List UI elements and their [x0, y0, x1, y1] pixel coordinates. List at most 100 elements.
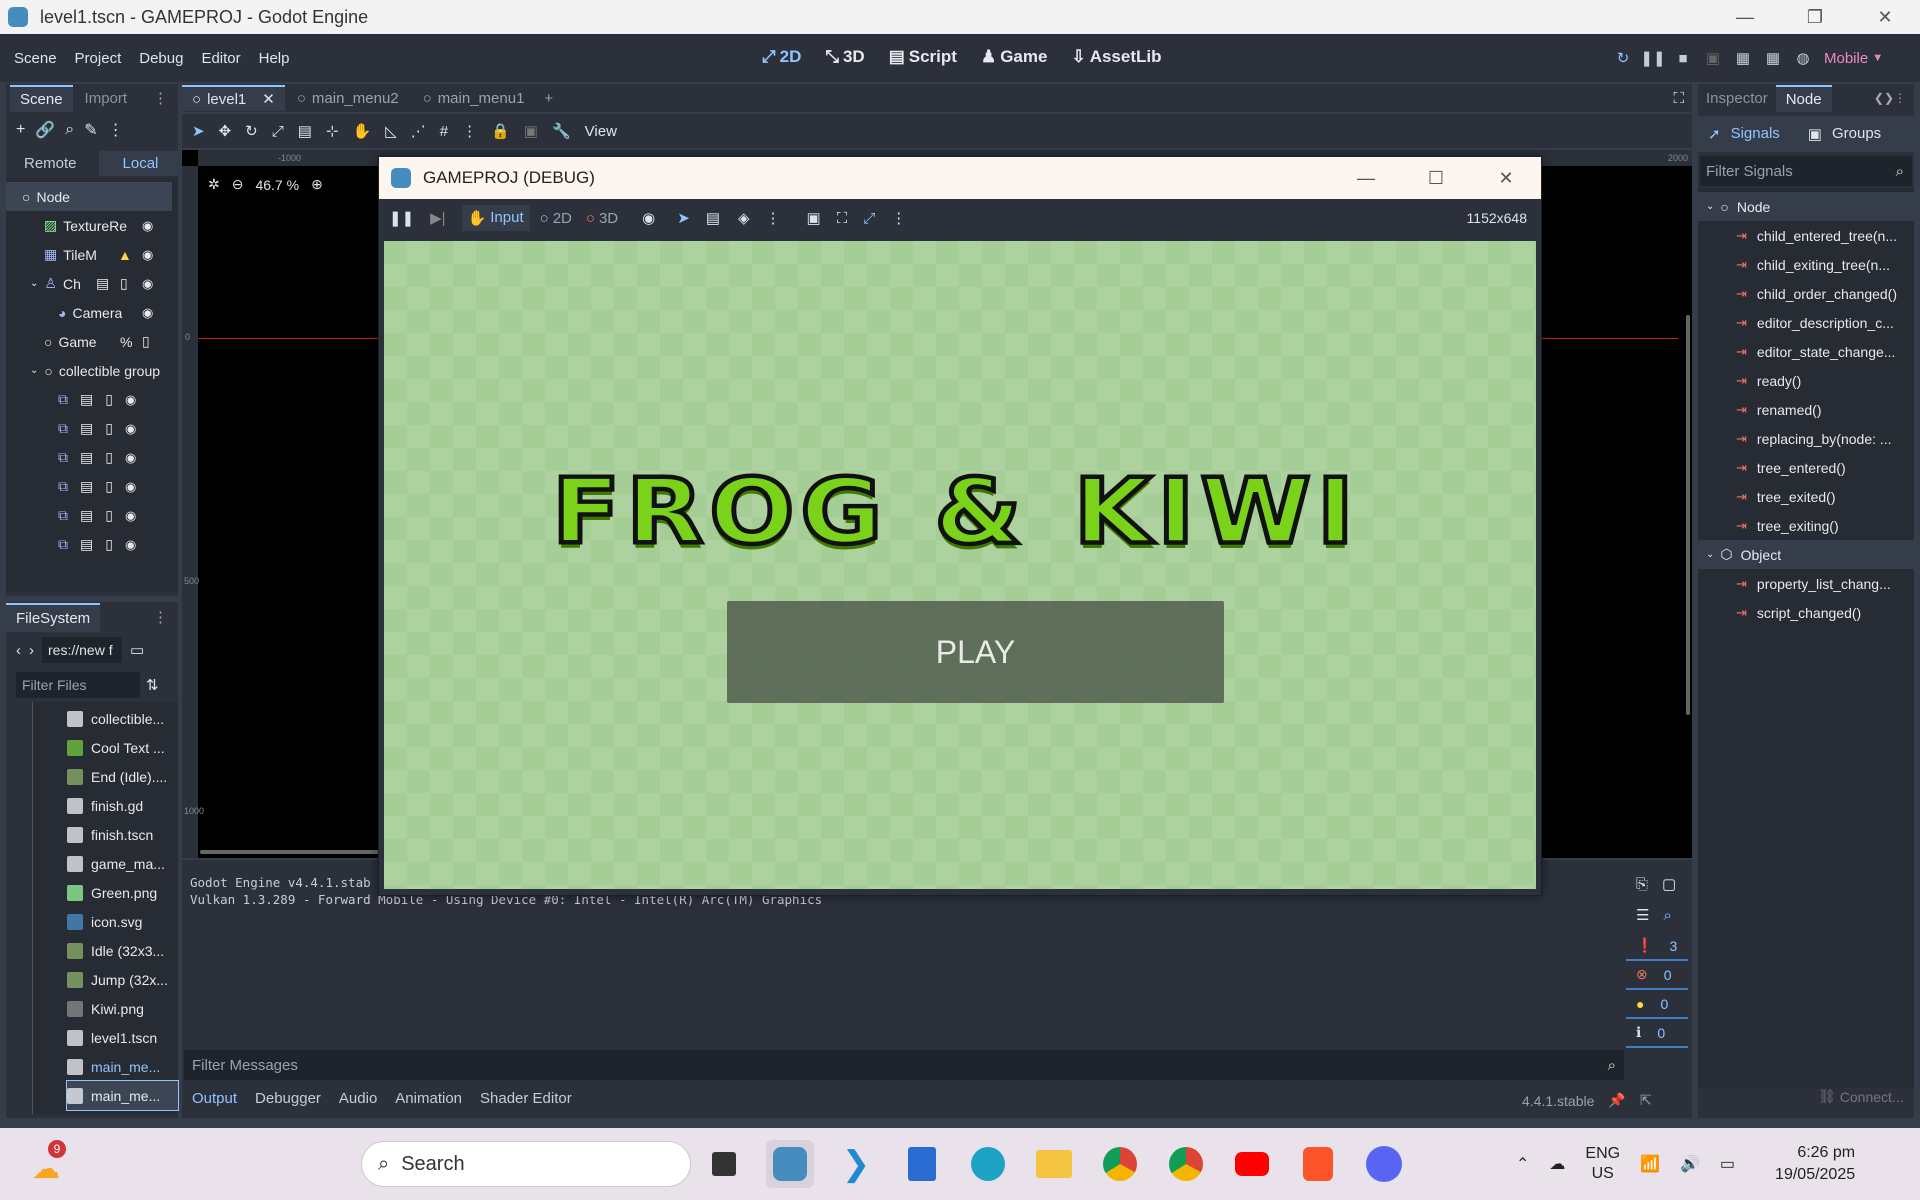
signal-item[interactable]: ⇥ property_list_chang... — [1736, 569, 1914, 598]
menu-project[interactable]: Project — [75, 50, 122, 67]
tab-import[interactable]: Import — [73, 86, 140, 111]
tree-node-texturerect[interactable]: ▨ TextureRe ◉ — [6, 211, 178, 240]
script-icon[interactable]: ▯ — [105, 391, 113, 408]
menu-dots-icon[interactable]: ⋮ — [462, 122, 477, 140]
link-icon[interactable]: 🔗 — [35, 120, 55, 140]
script-icon[interactable]: ▯ — [105, 420, 113, 437]
fixed-size-icon[interactable]: ▣ — [807, 209, 821, 227]
group-icon[interactable]: ▣ — [524, 122, 538, 140]
godot-app-icon[interactable] — [766, 1140, 814, 1188]
script-icon[interactable]: ▯ — [105, 478, 113, 495]
file-item[interactable]: finish.tscn — [67, 820, 178, 849]
file-item[interactable]: collectible... — [67, 704, 178, 733]
rotate-mode-icon[interactable]: ↻ — [245, 122, 258, 140]
menu-dots-icon[interactable]: ⋮ — [153, 608, 168, 626]
discord-icon[interactable] — [1360, 1140, 1408, 1188]
file-item[interactable]: icon.svg — [67, 907, 178, 936]
expand-panel-icon[interactable]: ⇱ — [1640, 1092, 1652, 1109]
stop-icon[interactable]: ■ — [1668, 43, 1698, 73]
list-select-icon[interactable]: ▤ — [298, 122, 312, 140]
script-icon[interactable]: ▯ — [105, 536, 113, 553]
tree-node-game[interactable]: ○ Game% ▯ — [6, 327, 178, 356]
workspace-game[interactable]: ♟ Game — [981, 47, 1048, 67]
signal-item[interactable]: ⇥ child_entered_tree(n... — [1736, 221, 1914, 250]
signal-item[interactable]: ⇥ editor_state_change... — [1736, 337, 1914, 366]
minimize-icon[interactable]: — — [1710, 0, 1780, 34]
tree-node-root[interactable]: ○ Node — [6, 182, 172, 211]
menu-dots-icon[interactable]: ⋮ — [766, 209, 781, 227]
close-icon[interactable]: ✕ — [1471, 161, 1541, 195]
tab-inspector[interactable]: Inspector — [1698, 86, 1776, 111]
next-frame-icon[interactable]: ▶| — [430, 209, 445, 227]
file-item[interactable]: Cool Text ... — [67, 733, 178, 762]
visibility-icon[interactable]: ◉ — [142, 305, 153, 321]
signal-item[interactable]: ⇥ tree_exited() — [1736, 482, 1914, 511]
menu-debug[interactable]: Debug — [139, 50, 183, 67]
onedrive-icon[interactable]: ☁ — [1549, 1154, 1565, 1174]
language-indicator[interactable]: ENG US — [1585, 1144, 1620, 1184]
maximize-icon[interactable]: ☐ — [1401, 161, 1471, 195]
script-attach-icon[interactable]: ✎ — [84, 120, 97, 140]
vscode-icon[interactable]: ❯ — [832, 1140, 880, 1188]
file-item[interactable]: Kiwi.png — [67, 994, 178, 1023]
errors-toggle[interactable]: ⊗ 0 — [1626, 961, 1688, 990]
filter-messages-input[interactable]: Filter Messages ⌕ — [184, 1050, 1624, 1080]
distraction-free-icon[interactable]: ⛶ — [1673, 90, 1684, 107]
signal-item[interactable]: ⇥ replacing_by(node: ... — [1736, 424, 1914, 453]
chrome-profile1-icon[interactable] — [1096, 1140, 1144, 1188]
clock[interactable]: 6:26 pm 19/05/2025 — [1775, 1142, 1855, 1186]
file-item[interactable]: Jump (32x... — [67, 965, 178, 994]
search-icon[interactable]: ⌕ — [1663, 907, 1671, 924]
tab-filesystem[interactable]: FileSystem — [6, 602, 101, 632]
groups-tab[interactable]: ▣ Groups — [1808, 125, 1881, 143]
tree-node-camera[interactable]: ◕ Camera ◉ — [6, 298, 178, 327]
tab-main-menu1[interactable]: ○ main_menu1 — [411, 87, 537, 110]
script-icon[interactable]: ▯ — [105, 449, 113, 466]
game-viewport[interactable]: FROG & KIWI PLAY — [384, 241, 1536, 889]
file-item[interactable]: Green.png — [67, 878, 178, 907]
zoom-in-icon[interactable]: ⊕ — [311, 176, 323, 193]
battery-icon[interactable]: ▭ — [1720, 1154, 1735, 1174]
signal-group-node[interactable]: ⌄ ○ Node — [1698, 192, 1914, 221]
tab-animation[interactable]: Animation — [395, 1090, 462, 1107]
play-button[interactable]: PLAY — [727, 601, 1224, 703]
ruler-mode-icon[interactable]: ◺ — [385, 122, 397, 140]
tree-node-collectible[interactable]: ⧉ ▤ ▯ ◉ — [6, 472, 178, 501]
file-item[interactable]: level1.tscn — [67, 1023, 178, 1052]
remote-debug-icon[interactable]: ▣ — [1698, 43, 1728, 73]
scene-icon[interactable]: ▤ — [80, 478, 93, 495]
tree-node-collectible[interactable]: ⧉ ▤ ▯ ◉ — [6, 530, 178, 559]
signal-item[interactable]: ⇥ child_order_changed() — [1736, 279, 1914, 308]
visibility-icon[interactable]: ◉ — [142, 276, 153, 292]
tree-node-collectible[interactable]: ⧉ ▤ ▯ ◉ — [6, 385, 178, 414]
file-explorer-icon[interactable] — [1030, 1140, 1078, 1188]
select-mode-icon[interactable]: ➤ — [192, 122, 205, 140]
volume-icon[interactable]: 🔊 — [1680, 1154, 1700, 1174]
view-menu[interactable]: View — [585, 123, 617, 140]
scene-icon[interactable]: ▤ — [80, 420, 93, 437]
tab-shader-editor[interactable]: Shader Editor — [480, 1090, 572, 1107]
tab-node[interactable]: Node — [1775, 84, 1832, 112]
visibility-icon[interactable]: ◉ — [125, 392, 136, 408]
tab-audio[interactable]: Audio — [339, 1090, 377, 1107]
sort-icon[interactable]: ⇅ — [146, 676, 159, 694]
tree-node-collectible[interactable]: ⧉ ▤ ▯ ◉ — [6, 501, 178, 530]
menu-editor[interactable]: Editor — [201, 50, 240, 67]
pause-icon[interactable]: ❚❚ — [1638, 43, 1668, 73]
menu-dots-icon[interactable]: ⋮ — [108, 120, 124, 140]
connect-button[interactable]: ⛓ Connect... — [1818, 1088, 1904, 1105]
workspace-3d[interactable]: ⤡ 3D — [825, 47, 864, 67]
signal-item[interactable]: ⇥ child_exiting_tree(n... — [1736, 250, 1914, 279]
vertical-scrollbar[interactable] — [1686, 315, 1690, 715]
close-icon[interactable]: ✕ — [262, 90, 275, 108]
edge-icon[interactable] — [964, 1140, 1012, 1188]
menu-scene[interactable]: Scene — [14, 50, 57, 67]
signal-item[interactable]: ⇥ tree_entered() — [1736, 453, 1914, 482]
workspace-assetlib[interactable]: ⇩ AssetLib — [1071, 47, 1161, 67]
back-icon[interactable]: ‹ — [16, 642, 21, 659]
input-mode-button[interactable]: ✋ Input — [461, 205, 530, 231]
pivot-icon[interactable]: ⊹ — [326, 122, 339, 140]
movie-maker-icon[interactable]: ◍ — [1788, 43, 1818, 73]
warnings-toggle[interactable]: ● 0 — [1626, 990, 1688, 1019]
info-toggle[interactable]: ℹ0 — [1626, 1019, 1688, 1048]
